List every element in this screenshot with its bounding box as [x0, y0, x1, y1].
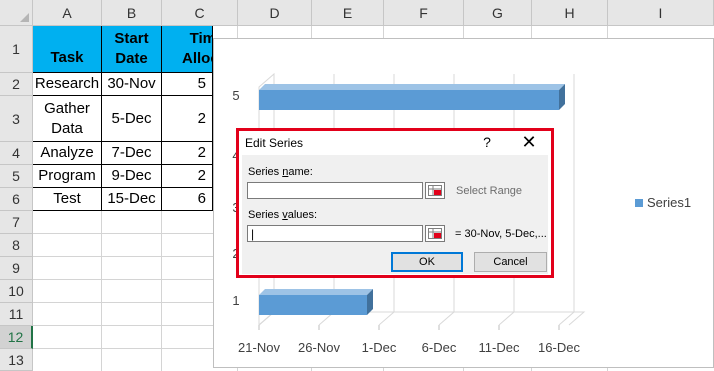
cell-task[interactable]: Program [33, 165, 102, 188]
series-name-range-button[interactable] [425, 182, 445, 199]
x-tick-label: 1-Dec [362, 340, 397, 355]
row-header-10[interactable]: 10 [0, 280, 33, 303]
column-header-h[interactable]: H [532, 0, 608, 26]
cell-start-date[interactable]: 5-Dec [102, 96, 162, 142]
label-text: ame: [288, 166, 313, 178]
column-header-d[interactable]: D [238, 0, 312, 26]
header-time-allocated[interactable]: Time Allocat [162, 26, 213, 73]
row-header-3[interactable]: 3 [0, 96, 33, 142]
cell-time[interactable]: 2 [162, 142, 213, 165]
label-text: Series [248, 166, 283, 178]
range-select-icon [428, 228, 442, 239]
row-header-12[interactable]: 12 [0, 326, 33, 349]
select-all-corner[interactable] [0, 0, 33, 26]
header-task[interactable]: Task [33, 26, 102, 73]
column-header-c[interactable]: C [162, 0, 238, 26]
series-values-range-button[interactable] [425, 225, 445, 242]
x-tick-label: 11-Dec [479, 340, 520, 355]
column-header-a[interactable]: A [33, 0, 102, 26]
bar[interactable] [259, 289, 373, 315]
row-header-9[interactable]: 9 [0, 257, 33, 280]
bar-front-face [259, 295, 367, 315]
bar[interactable] [259, 84, 565, 110]
label-text: alues: [287, 209, 318, 221]
cell-start-date[interactable]: 15-Dec [102, 188, 162, 211]
row-header-4[interactable]: 4 [0, 142, 33, 165]
label-text: Series [248, 209, 283, 221]
chart-legend[interactable]: Series1 [635, 195, 691, 210]
header-start-date[interactable]: Start Date [102, 26, 162, 73]
row-header-8[interactable]: 8 [0, 234, 33, 257]
column-header-e[interactable]: E [312, 0, 384, 26]
y-tick-label: 5 [232, 88, 239, 103]
ok-button[interactable]: OK [391, 252, 463, 272]
cell-start-date[interactable]: 7-Dec [102, 142, 162, 165]
series-values-label: Series values: [248, 209, 317, 221]
cell-task[interactable]: Test [33, 188, 102, 211]
cancel-button[interactable]: Cancel [474, 252, 547, 272]
series-name-label: Series name: [248, 166, 313, 178]
cell-time[interactable]: 5 [162, 73, 213, 96]
cell-start-date[interactable]: 9-Dec [102, 165, 162, 188]
help-button[interactable]: ? [480, 134, 494, 150]
cell-start-date[interactable]: 30-Nov [102, 73, 162, 96]
cell-time[interactable]: 2 [162, 96, 213, 142]
x-tick-label: 6-Dec [422, 340, 457, 355]
legend-label: Series1 [647, 195, 692, 210]
cell-task[interactable]: Research [33, 73, 102, 96]
series-values-input[interactable] [247, 225, 423, 242]
x-tick-label: 26-Nov [298, 340, 340, 355]
row-header-6[interactable]: 6 [0, 188, 33, 211]
x-tick-label: 16-Dec [538, 340, 580, 355]
series-values-preview: = 30-Nov, 5-Dec,... [455, 228, 547, 240]
row-header-1[interactable]: 1 [0, 26, 33, 73]
series-name-input[interactable] [247, 182, 423, 199]
row-header-11[interactable]: 11 [0, 303, 33, 326]
series-name-hint: Select Range [456, 185, 523, 197]
x-tick-label: 21-Nov [238, 340, 280, 355]
legend-swatch [635, 198, 643, 207]
bar-top-face [259, 84, 565, 90]
row-header-5[interactable]: 5 [0, 165, 33, 188]
y-tick-label: 1 [232, 293, 239, 308]
row-header-7[interactable]: 7 [0, 211, 33, 234]
row-header-13[interactable]: 13 [0, 349, 33, 371]
bar-top-face [259, 289, 373, 295]
cell-time[interactable]: 2 [162, 165, 213, 188]
range-select-icon [428, 185, 442, 196]
column-header-b[interactable]: B [102, 0, 162, 26]
row-header-2[interactable]: 2 [0, 73, 33, 96]
cell-task[interactable]: Analyze [33, 142, 102, 165]
cell-time[interactable]: 6 [162, 188, 213, 211]
column-header-f[interactable]: F [384, 0, 464, 26]
spreadsheet-grid: A B C D E F G H I 1 2 3 4 5 6 7 8 9 10 1… [0, 0, 714, 371]
chart-gridline [558, 74, 575, 326]
dialog-title: Edit Series [245, 136, 304, 150]
dialog-body: Series name: Select Range Series values: [242, 155, 548, 274]
cell-task[interactable]: Gather Data [33, 96, 102, 142]
column-header-g[interactable]: G [464, 0, 532, 26]
column-header-i[interactable]: I [608, 0, 714, 26]
edit-series-dialog: Edit Series ? ✕ Series name: Select Rang… [236, 128, 554, 278]
bar-front-face [259, 90, 559, 110]
close-button[interactable]: ✕ [521, 133, 537, 151]
